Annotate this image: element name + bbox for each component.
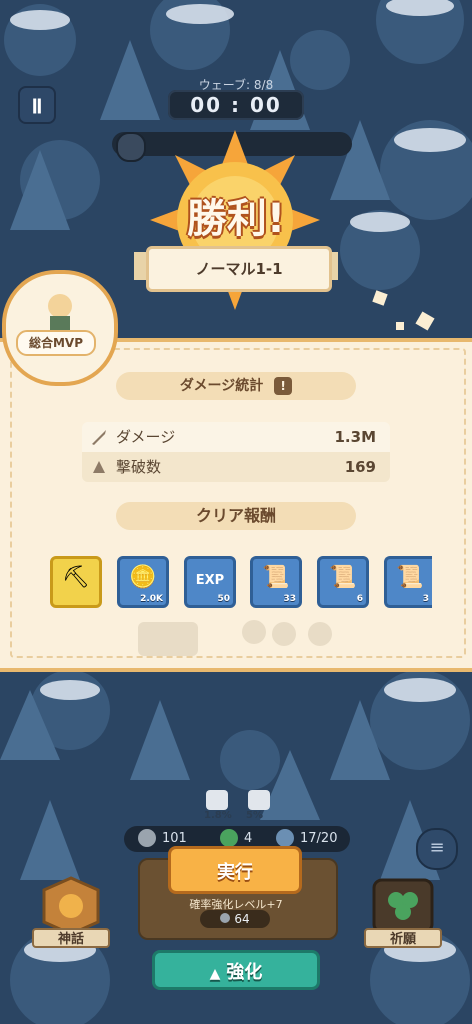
clover-icon: [372, 878, 434, 934]
coin-icon: 🪙: [129, 565, 157, 590]
wing-icon: [248, 790, 270, 810]
coin-icon: [220, 913, 231, 923]
reward-qty: 2.0K: [140, 594, 163, 604]
reward-item-scroll-a[interactable]: 📜 6: [317, 556, 369, 608]
damage-stats-header: ダメージ統計 !: [116, 372, 356, 400]
pickaxe-icon: ⛏: [62, 565, 90, 590]
reward-qty: 6: [356, 594, 363, 604]
upgrade-cost: 64: [200, 910, 270, 928]
victory-title: 勝利!: [186, 196, 286, 242]
menu-icon: ≡: [429, 837, 445, 858]
reward-item-exp[interactable]: EXP 50: [184, 556, 236, 608]
stat-value: 169: [344, 458, 376, 476]
pray-label: 祈願: [364, 928, 442, 948]
unit-count: 17/20: [300, 831, 338, 846]
scroll-icon: 📜: [396, 565, 424, 590]
myth-label: 神話: [32, 928, 110, 948]
reward-item-scroll-seal[interactable]: 📜 33: [250, 556, 302, 608]
boss-skull-icon: [116, 132, 146, 162]
pause-icon: ǁ: [31, 95, 43, 114]
exp-icon: EXP: [195, 573, 225, 588]
timer: 00 : 00: [168, 90, 304, 120]
reward-item-pickaxe[interactable]: ⛏: [50, 556, 102, 608]
enhance-icon: ▲: [209, 966, 221, 982]
reward-qty: 3: [422, 594, 429, 604]
scroll-icon: 📜: [262, 565, 290, 590]
kill-icon: [93, 461, 105, 473]
chance-right: 5%: [246, 810, 263, 821]
execute-button[interactable]: 実行: [168, 846, 302, 894]
chance-left: 1.8%: [204, 810, 232, 821]
stat-label: 撃破数: [116, 458, 162, 476]
info-icon[interactable]: !: [274, 377, 293, 395]
heart-icon: [206, 790, 228, 810]
enhance-button[interactable]: ▲ 強化: [152, 950, 320, 990]
enhance-label: 強化: [226, 962, 263, 983]
scroll-icon: 📜: [329, 565, 357, 590]
stat-value: 1.3M: [334, 428, 377, 446]
mvp-label: 総合MVP: [16, 330, 96, 356]
stat-row-kills: 撃破数 169: [82, 452, 390, 482]
reward-item-scroll-b[interactable]: 📜 3: [384, 556, 432, 608]
sword-icon: [92, 430, 106, 445]
myth-emblem-icon: [42, 876, 100, 936]
upgrade-cost-value: 64: [234, 912, 250, 926]
stat-label: ダメージ: [116, 428, 176, 446]
reward-qty: 33: [283, 594, 296, 604]
reward-qty: 50: [217, 594, 230, 604]
pause-button[interactable]: ǁ: [18, 86, 56, 124]
sparkle: [396, 322, 404, 330]
mvp-portrait[interactable]: [2, 270, 118, 386]
damage-stats-title: ダメージ統計: [179, 378, 264, 394]
reward-item-gold[interactable]: 🪙 2.0K: [117, 556, 169, 608]
menu-button[interactable]: ≡: [416, 828, 458, 870]
rewards-header: クリア報酬: [116, 502, 356, 530]
gem-icon: [220, 829, 238, 847]
unit-icon: [276, 829, 294, 847]
stage-name: ノーマル1-1: [146, 246, 332, 292]
faded-heroes-decoration: [138, 620, 332, 656]
coin-icon: [138, 829, 156, 847]
stat-row-damage: ダメージ 1.3M: [82, 422, 390, 452]
